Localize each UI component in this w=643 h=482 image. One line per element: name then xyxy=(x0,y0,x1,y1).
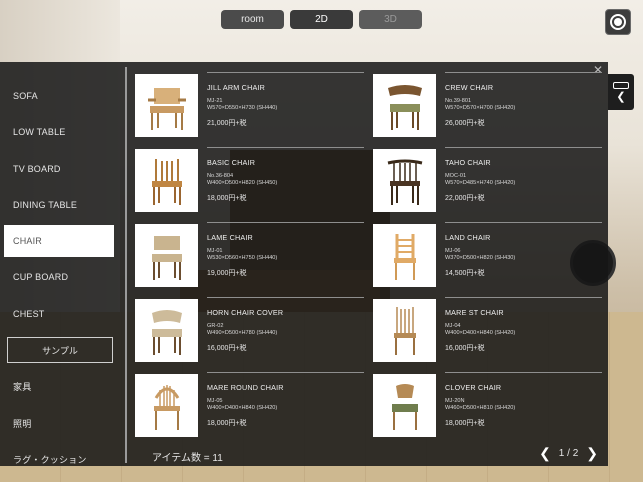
product-code: MJ-04 xyxy=(445,323,461,329)
sidebar-item-lighting[interactable]: 照明 xyxy=(4,407,114,439)
product-code: No.39-801 xyxy=(445,98,472,104)
card-divider xyxy=(445,222,602,223)
card-divider xyxy=(445,147,602,148)
chair-thumbnail xyxy=(135,149,198,212)
product-code: MJ-20N xyxy=(445,398,465,404)
sofa-icon xyxy=(613,81,629,89)
product-code: MOC-01 xyxy=(445,173,467,179)
sidebar-item-cup-board[interactable]: CUP BOARD xyxy=(4,261,114,293)
sidebar-item-sofa[interactable]: SOFA xyxy=(4,80,114,112)
product-price: 18,000円+税 xyxy=(445,420,485,427)
product-code: MJ-05 xyxy=(207,398,223,404)
product-name: LAND CHAIR xyxy=(445,233,491,242)
product-card[interactable]: HORN CHAIR COVER GR-02 W490×D500×H780 (S… xyxy=(135,297,365,362)
product-price: 18,000円+税 xyxy=(207,195,247,202)
product-name: BASIC CHAIR xyxy=(207,158,256,167)
sidebar-item-rug-cushion[interactable]: ラグ・クッション xyxy=(4,443,114,475)
product-name: CLOVER CHAIR xyxy=(445,383,502,392)
card-divider xyxy=(207,372,364,373)
product-size: W460×D500×H810 (SH420) xyxy=(445,405,516,411)
record-icon xyxy=(610,14,626,30)
product-name: TAHO CHAIR xyxy=(445,158,491,167)
item-count: アイテム数 = 11 xyxy=(152,453,223,464)
product-code: MJ-21 xyxy=(207,98,223,104)
product-card[interactable]: BASIC CHAIR No.36-804 W400×D500×H820 (SH… xyxy=(135,147,365,212)
product-code: GR-02 xyxy=(207,323,224,329)
product-price: 14,500円+税 xyxy=(445,270,485,277)
product-price: 22,000円+税 xyxy=(445,195,485,202)
sidebar-divider xyxy=(125,67,127,463)
chair-thumbnail xyxy=(373,299,436,362)
product-size: W490×D500×H780 (SH440) xyxy=(207,330,278,336)
chair-thumbnail xyxy=(135,374,198,437)
card-divider xyxy=(445,72,602,73)
product-price: 16,000円+税 xyxy=(445,345,485,352)
product-name: HORN CHAIR COVER xyxy=(207,308,284,317)
sidebar-item-tv-board[interactable]: TV BOARD xyxy=(4,153,114,185)
product-card[interactable]: MARE ST CHAIR MJ-04 W400×D400×H840 (SH42… xyxy=(373,297,603,362)
sidebar-item-chest[interactable]: CHEST xyxy=(4,298,114,330)
product-size: W530×D560×H750 (SH440) xyxy=(207,255,278,261)
chevron-left-icon: ❮ xyxy=(616,90,626,103)
chair-thumbnail xyxy=(135,299,198,362)
side-panel-toggle[interactable]: ❮ xyxy=(608,74,634,110)
product-card[interactable]: CREW CHAIR No.39-801 W570×D570×H700 (SH4… xyxy=(373,72,603,137)
pagination: ❮ 1 / 2 ❯ xyxy=(539,446,598,460)
product-size: W400×D400×H840 (SH420) xyxy=(207,405,278,411)
view-mode-tabs: room 2D 3D xyxy=(221,10,422,29)
product-code: MJ-01 xyxy=(207,248,223,254)
product-size: W370×D500×H820 (SH430) xyxy=(445,255,516,261)
product-price: 18,000円+税 xyxy=(207,420,247,427)
product-name: CREW CHAIR xyxy=(445,83,494,92)
sample-button[interactable]: サンプル xyxy=(7,337,113,363)
product-code: MJ-06 xyxy=(445,248,461,254)
product-price: 26,000円+税 xyxy=(445,120,485,127)
chair-thumbnail xyxy=(373,149,436,212)
record-button[interactable] xyxy=(605,9,631,35)
product-name: JILL ARM CHAIR xyxy=(207,83,266,92)
product-size: W570×D550×H730 (SH440) xyxy=(207,105,278,111)
product-card[interactable]: CLOVER CHAIR MJ-20N W460×D500×H810 (SH42… xyxy=(373,372,603,437)
chair-thumbnail xyxy=(135,224,198,287)
card-divider xyxy=(445,372,602,373)
page-indicator: 1 / 2 xyxy=(558,447,579,459)
sidebar-item-furniture[interactable]: 家具 xyxy=(4,370,114,402)
product-card[interactable]: LAME CHAIR MJ-01 W530×D560×H750 (SH440) … xyxy=(135,222,365,287)
card-divider xyxy=(207,222,364,223)
product-name: LAME CHAIR xyxy=(207,233,253,242)
category-sidebar: SOFA LOW TABLE TV BOARD DINING TABLE CHA… xyxy=(0,62,125,466)
sidebar-item-low-table[interactable]: LOW TABLE xyxy=(4,116,114,148)
product-price: 16,000円+税 xyxy=(207,345,247,352)
chair-thumbnail xyxy=(373,74,436,137)
card-divider xyxy=(445,297,602,298)
chair-thumbnail xyxy=(373,224,436,287)
chair-thumbnail xyxy=(373,374,436,437)
tab-2d[interactable]: 2D xyxy=(290,10,353,29)
product-size: W400×D500×H820 (SH450) xyxy=(207,180,278,186)
card-divider xyxy=(207,72,364,73)
catalog-panel: ✕ SOFA LOW TABLE TV BOARD DINING TABLE C… xyxy=(0,62,608,466)
tab-room[interactable]: room xyxy=(221,10,284,29)
card-divider xyxy=(207,297,364,298)
chevron-right-icon[interactable]: ❯ xyxy=(586,446,598,460)
product-code: No.36-804 xyxy=(207,173,234,179)
card-divider xyxy=(207,147,364,148)
tab-3d[interactable]: 3D xyxy=(359,10,422,29)
product-name: MARE ST CHAIR xyxy=(445,308,504,317)
chair-thumbnail xyxy=(135,74,198,137)
sidebar-item-chair[interactable]: CHAIR xyxy=(4,225,114,257)
product-card[interactable]: TAHO CHAIR MOC-01 W570×D485×H740 (SH420)… xyxy=(373,147,603,212)
product-size: W570×D570×H700 (SH420) xyxy=(445,105,516,111)
product-size: W400×D400×H840 (SH420) xyxy=(445,330,516,336)
product-name: MARE ROUND CHAIR xyxy=(207,383,284,392)
chevron-left-icon[interactable]: ❮ xyxy=(539,446,551,460)
product-price: 19,000円+税 xyxy=(207,270,247,277)
product-price: 21,000円+税 xyxy=(207,120,247,127)
product-card[interactable]: MARE ROUND CHAIR MJ-05 W400×D400×H840 (S… xyxy=(135,372,365,437)
product-card[interactable]: LAND CHAIR MJ-06 W370×D500×H820 (SH430) … xyxy=(373,222,603,287)
product-card[interactable]: JILL ARM CHAIR MJ-21 W570×D550×H730 (SH4… xyxy=(135,72,365,137)
product-size: W570×D485×H740 (SH420) xyxy=(445,180,516,186)
sidebar-item-dining-table[interactable]: DINING TABLE xyxy=(4,189,114,221)
